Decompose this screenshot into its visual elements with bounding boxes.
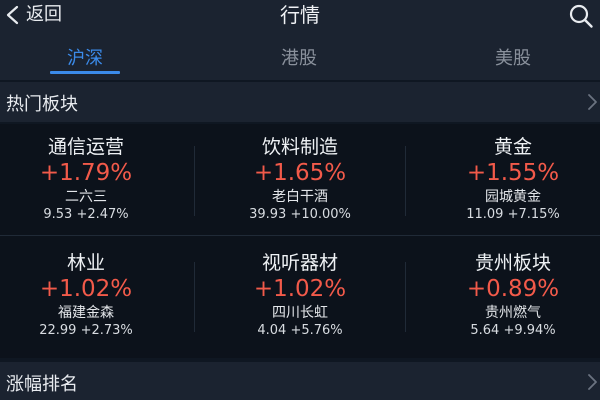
stock-quote: 4.04 +5.76% [200, 322, 400, 339]
gain-ranking-header[interactable]: 涨幅排名 [0, 362, 600, 400]
stock-price: 39.93 [249, 207, 287, 222]
sector-change: +0.89% [466, 276, 560, 302]
sector-card[interactable]: 林业 +1.02% 福建金森 22.99 +2.73% [0, 240, 186, 357]
sector-change: +1.02% [253, 276, 347, 302]
active-tab-indicator [50, 71, 120, 74]
sector-change: +1.55% [466, 160, 560, 186]
sector-name: 黄金 [493, 136, 532, 158]
sector-name: 林业 [66, 252, 105, 274]
divider [194, 262, 195, 332]
divider [405, 146, 406, 216]
sector-grid: 通信运营 +1.79% 二六三 9.53 +2.47% 饮料制造 +1.65% … [0, 124, 600, 358]
divider [194, 146, 195, 216]
stock-price: 5.64 [470, 323, 500, 338]
tab-shanghai-shenzhen[interactable]: 沪深 [25, 44, 145, 70]
gain-ranking-label: 涨幅排名 [6, 374, 78, 395]
stock-quote: 22.99 +2.73% [0, 322, 186, 339]
sector-name: 视听器材 [261, 252, 338, 274]
chevron-right-icon [588, 374, 597, 390]
tab-us[interactable]: 美股 [453, 44, 573, 70]
page-title: 行情 [280, 3, 320, 27]
chevron-right-icon [588, 94, 597, 110]
stock-quote: 9.53 +2.47% [0, 206, 186, 223]
sector-change: +1.02% [39, 276, 133, 302]
stock-quote: 11.09 +7.15% [413, 206, 600, 223]
stock-change: +7.15% [507, 207, 560, 222]
stock-change: +9.94% [503, 323, 556, 338]
sector-name: 通信运营 [47, 136, 124, 158]
leading-stock: 贵州燃气 [485, 305, 541, 321]
leading-stock: 老白干酒 [272, 189, 328, 205]
tab-hong-kong[interactable]: 港股 [239, 44, 359, 70]
stock-change: +2.73% [80, 323, 133, 338]
stock-quote: 5.64 +9.94% [413, 322, 600, 339]
leading-stock: 二六三 [65, 189, 107, 205]
stock-price: 22.99 [39, 323, 77, 338]
stock-change: +5.76% [290, 323, 343, 338]
sector-card[interactable]: 通信运营 +1.79% 二六三 9.53 +2.47% [0, 124, 186, 241]
leading-stock: 福建金森 [58, 305, 114, 321]
sector-name: 饮料制造 [261, 136, 338, 158]
stock-change: +10.00% [290, 207, 351, 222]
stock-quote: 39.93 +10.00% [200, 206, 400, 223]
sector-name: 贵州板块 [474, 252, 551, 274]
stock-price: 9.53 [43, 207, 73, 222]
stock-price: 11.09 [466, 207, 504, 222]
sector-card[interactable]: 黄金 +1.55% 园城黄金 11.09 +7.15% [413, 124, 600, 241]
leading-stock: 四川长虹 [272, 305, 328, 321]
top-bar: 返回 行情 [0, 0, 600, 30]
stock-change: +2.47% [76, 207, 129, 222]
divider [405, 262, 406, 332]
hot-sectors-header[interactable]: 热门板块 [0, 82, 600, 122]
sector-card[interactable]: 视听器材 +1.02% 四川长虹 4.04 +5.76% [200, 240, 400, 357]
stock-price: 4.04 [257, 323, 287, 338]
market-tabs: 沪深 港股 美股 [0, 30, 600, 80]
hot-sectors-label: 热门板块 [6, 94, 78, 115]
sector-change: +1.79% [39, 160, 133, 186]
sector-card[interactable]: 贵州板块 +0.89% 贵州燃气 5.64 +9.94% [413, 240, 600, 357]
leading-stock: 园城黄金 [485, 189, 541, 205]
search-icon[interactable] [568, 3, 594, 29]
sector-card[interactable]: 饮料制造 +1.65% 老白干酒 39.93 +10.00% [200, 124, 400, 241]
sector-change: +1.65% [253, 160, 347, 186]
